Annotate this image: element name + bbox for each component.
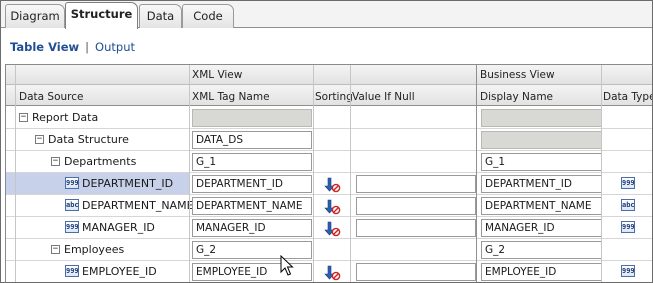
- xml-tag-name-field[interactable]: MANAGER_ID: [192, 219, 312, 237]
- value-if-null-field[interactable]: [356, 175, 476, 193]
- sort-ascending-icon[interactable]: [324, 265, 341, 281]
- data-model-editor: Diagram Structure Data Code Table View | O…: [0, 0, 653, 283]
- number-type-icon: 999: [65, 177, 79, 189]
- collapse-icon[interactable]: −: [19, 113, 28, 122]
- collapse-icon[interactable]: −: [35, 135, 44, 144]
- display-name-field[interactable]: G_2: [481, 241, 602, 259]
- view-switcher: Table View | Output: [10, 40, 135, 54]
- element-label: DEPARTMENT_NAME: [82, 199, 194, 212]
- structure-table: XML View Business View Data Source XML T…: [5, 64, 653, 282]
- tab-data[interactable]: Data: [139, 4, 182, 28]
- xml-tag-name-field[interactable]: G_2: [192, 241, 312, 259]
- tree-cell[interactable]: 999 DEPARTMENT_ID: [6, 173, 189, 194]
- col-sorting[interactable]: Sorting: [315, 90, 353, 104]
- business-view-header: Business View: [480, 69, 555, 81]
- element-label: MANAGER_ID: [82, 221, 155, 234]
- number-type-icon[interactable]: 999: [621, 265, 635, 277]
- number-type-icon[interactable]: 999: [621, 221, 635, 233]
- table-row[interactable]: 999 MANAGER_ID MANAGER_ID MANAGER_ID 999: [6, 217, 652, 239]
- display-name-field: [481, 109, 602, 127]
- col-xml-tag-name: XML Tag Name: [192, 91, 270, 103]
- column-divider: [476, 65, 477, 282]
- value-if-null-field[interactable]: [356, 263, 476, 281]
- display-name-field[interactable]: DEPARTMENT_NAME: [481, 197, 602, 215]
- col-value-if-null: Value If Null: [352, 91, 415, 103]
- tree-node-label: Employees: [64, 243, 125, 256]
- value-if-null-field[interactable]: [356, 219, 476, 237]
- element-label: DEPARTMENT_ID: [82, 177, 174, 190]
- xml-view-header: XML View: [192, 69, 243, 81]
- table-row[interactable]: abc DEPARTMENT_NAME DEPARTMENT_NAME DEPARTM…: [6, 195, 652, 217]
- table-row[interactable]: − Employees G_2 G_2: [6, 239, 652, 261]
- tree-cell[interactable]: − Employees: [6, 239, 189, 260]
- xml-tag-name-field[interactable]: DATA_DS: [192, 131, 312, 149]
- sort-ascending-icon[interactable]: [324, 199, 341, 215]
- number-type-icon: 999: [65, 221, 79, 233]
- display-name-field: [481, 131, 602, 149]
- column-divider: [15, 65, 16, 282]
- table-row[interactable]: − Report Data: [6, 107, 652, 129]
- display-name-field[interactable]: MANAGER_ID: [481, 219, 602, 237]
- tree-cell[interactable]: 999 EMPLOYEE_ID: [6, 261, 189, 282]
- tree-node-label: Report Data: [32, 111, 99, 124]
- tree-cell[interactable]: abc DEPARTMENT_NAME: [6, 195, 194, 216]
- display-name-field[interactable]: DEPARTMENT_ID: [481, 175, 602, 193]
- xml-tag-name-field[interactable]: EMPLOYEE_ID: [192, 263, 312, 281]
- text-type-icon: abc: [65, 199, 79, 211]
- xml-tag-name-field: [192, 109, 312, 127]
- text-type-icon[interactable]: abc: [621, 199, 635, 211]
- tab-structure[interactable]: Structure: [65, 2, 138, 29]
- tree-cell[interactable]: − Data Structure: [6, 129, 189, 150]
- col-data-type: Data Type: [603, 91, 653, 103]
- table-row[interactable]: 999 DEPARTMENT_ID DEPARTMENT_ID DEPARTMENT_…: [6, 173, 652, 195]
- tree-node-label: Departments: [64, 155, 137, 168]
- column-header-row: Data Source XML Tag Name Sorting Value I…: [6, 85, 653, 106]
- collapse-icon[interactable]: −: [51, 245, 60, 254]
- table-view-link[interactable]: Table View: [10, 40, 79, 54]
- group-header-row: XML View Business View: [6, 65, 652, 85]
- tree-cell[interactable]: − Report Data: [6, 107, 189, 128]
- sort-ascending-icon[interactable]: [324, 221, 341, 237]
- display-name-field[interactable]: EMPLOYEE_ID: [481, 263, 602, 281]
- xml-tag-name-field[interactable]: DEPARTMENT_NAME: [192, 197, 312, 215]
- tab-code[interactable]: Code: [182, 4, 234, 28]
- column-divider: [313, 65, 314, 282]
- column-divider: [350, 65, 351, 282]
- xml-tag-name-field[interactable]: DEPARTMENT_ID: [192, 175, 312, 193]
- element-label: EMPLOYEE_ID: [82, 265, 157, 278]
- tree-node-label: Data Structure: [48, 133, 129, 146]
- tab-diagram[interactable]: Diagram: [5, 4, 65, 28]
- xml-tag-name-field[interactable]: G_1: [192, 153, 312, 171]
- number-type-icon[interactable]: 999: [621, 177, 635, 189]
- number-type-icon: 999: [65, 265, 79, 277]
- col-display-name: Display Name: [480, 91, 554, 103]
- sort-ascending-icon[interactable]: [324, 177, 341, 193]
- tree-cell[interactable]: − Departments: [6, 151, 189, 172]
- collapse-icon[interactable]: −: [51, 157, 60, 166]
- column-divider: [189, 65, 190, 282]
- column-divider: [601, 65, 602, 282]
- col-data-source: Data Source: [19, 91, 84, 103]
- output-link[interactable]: Output: [95, 40, 135, 54]
- tab-strip: Diagram Structure Data Code: [1, 1, 652, 29]
- tree-cell[interactable]: 999 MANAGER_ID: [6, 217, 189, 238]
- view-separator: |: [85, 40, 90, 54]
- table-row[interactable]: − Departments G_1 G_1: [6, 151, 652, 173]
- value-if-null-field[interactable]: [356, 197, 476, 215]
- table-row[interactable]: 999 EMPLOYEE_ID EMPLOYEE_ID EMPLOYEE_ID 999: [6, 261, 652, 282]
- table-row[interactable]: − Data Structure DATA_DS: [6, 129, 652, 151]
- display-name-field[interactable]: G_1: [481, 153, 602, 171]
